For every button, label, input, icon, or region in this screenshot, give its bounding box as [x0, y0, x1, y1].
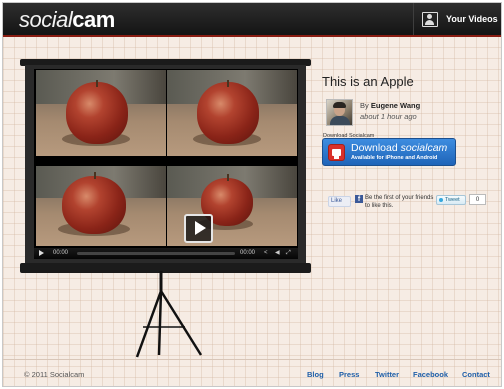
logo-text-cam: cam [72, 7, 115, 32]
video-frame-apple-3 [36, 166, 166, 246]
video-frame-apple-2 [167, 70, 297, 156]
volume-icon[interactable]: ◀ [275, 250, 282, 257]
footer-link-blog[interactable]: Blog [307, 370, 324, 379]
play-icon[interactable] [39, 250, 44, 256]
your-videos-button[interactable]: Your Videos [413, 3, 501, 35]
user-icon [422, 11, 438, 27]
download-button-subtext: Available for iPhone and Android [351, 155, 438, 161]
facebook-like-text: Be the first of your friends to like thi… [365, 195, 434, 209]
socialcam-app-icon [328, 144, 345, 161]
download-button-brand: socialcam [400, 142, 448, 154]
author-avatar[interactable] [326, 99, 353, 126]
footer-link-press[interactable]: Press [339, 370, 359, 379]
tweet-button[interactable]: Tweet [436, 195, 466, 205]
author-prefix: By [360, 101, 369, 110]
facebook-like-button[interactable]: Like [328, 196, 351, 207]
socialcam-logo[interactable]: socialcam [19, 7, 115, 33]
footer: © 2011 Socialcam Blog Press Twitter Face… [3, 359, 501, 386]
like-label: Like [331, 198, 343, 204]
tweet-label: Tweet [445, 197, 460, 203]
video-controls-bar: 00:00 00:00 < ◀ ⤢ [34, 248, 298, 259]
page-frame: socialcam Your Videos 00:00 00:00 < ◀ ⤢ … [2, 2, 502, 387]
posted-time: about 1 hour ago [360, 112, 417, 121]
your-videos-label: Your Videos [446, 14, 498, 24]
video-title: This is an Apple [322, 74, 414, 89]
facebook-icon: f [355, 195, 363, 203]
download-button-prefix: Download [351, 142, 398, 154]
video-player[interactable] [34, 69, 298, 259]
tweet-count: 0 [469, 194, 486, 205]
download-app-button[interactable]: Download socialcam Available for iPhone … [322, 138, 456, 166]
header-bar: socialcam Your Videos [3, 3, 501, 37]
footer-link-twitter[interactable]: Twitter [375, 370, 399, 379]
author-name-link[interactable]: Eugene Wang [371, 101, 420, 110]
logo-text-social: social [19, 7, 73, 32]
download-button-text: Download socialcam [351, 142, 447, 154]
time-total: 00:00 [240, 250, 256, 256]
author-byline: By Eugene Wang [360, 101, 420, 110]
seek-bar[interactable] [77, 252, 235, 255]
share-icon[interactable]: < [264, 250, 271, 257]
time-elapsed: 00:00 [53, 250, 69, 256]
video-frame-apple-1 [36, 70, 166, 156]
play-overlay-button[interactable] [184, 214, 213, 243]
tripod-stand [135, 271, 203, 358]
footer-link-contact[interactable]: Contact [462, 370, 490, 379]
footer-link-facebook[interactable]: Facebook [413, 370, 448, 379]
copyright: © 2011 Socialcam [24, 370, 85, 379]
fullscreen-icon[interactable]: ⤢ [286, 250, 293, 257]
